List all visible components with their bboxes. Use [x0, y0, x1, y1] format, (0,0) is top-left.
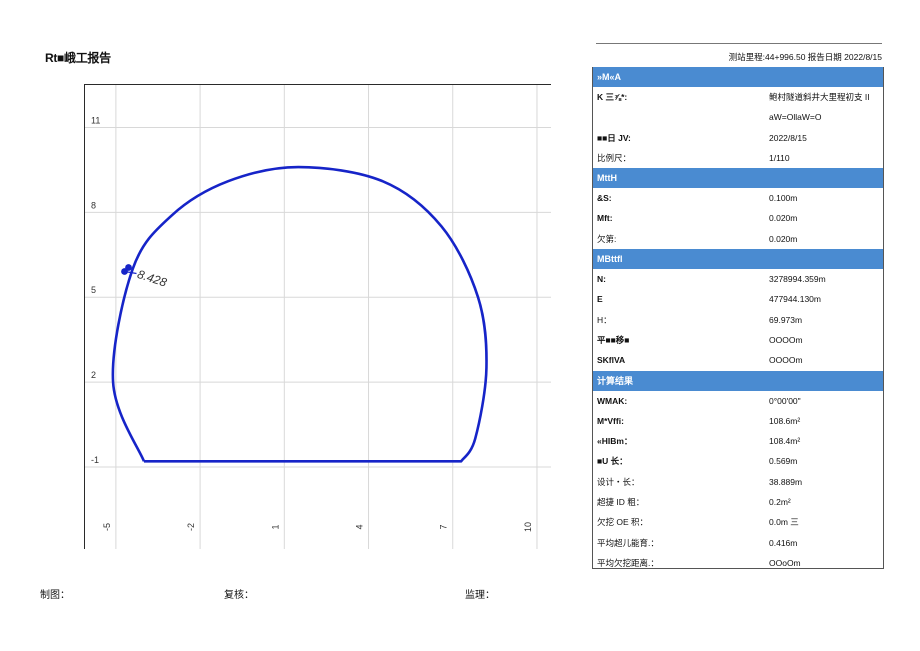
info-value: 3278994.359m — [769, 274, 826, 285]
info-row: M*Vffi: 108.6m² — [593, 411, 883, 431]
info-value: 2022/8/15 — [769, 132, 807, 143]
info-label: M*Vffi: — [597, 415, 624, 426]
info-row: 平■■移■ OOOOm — [593, 330, 883, 350]
info-label: 超捷 ID 粗： — [597, 497, 645, 508]
x-tick-label: 7 — [439, 524, 449, 529]
x-tick-label: -5 — [102, 523, 112, 531]
station-info: 测站里程:44+996.50 报告日期 2022/8/15 — [728, 52, 882, 62]
info-row: Mft: 0.020m — [593, 208, 883, 228]
info-row: aW=OllaW=O — [593, 107, 883, 127]
info-row: 欠第: 0.020m — [593, 229, 883, 249]
info-label: 欠挖 OE 积： — [597, 517, 649, 528]
info-label: 比例尺： — [597, 152, 632, 163]
info-value: OOoOm — [769, 557, 801, 568]
info-label: &S: — [597, 193, 612, 204]
info-value: 0.020m — [769, 213, 798, 224]
info-label: 欠第: — [597, 233, 617, 244]
info-value: 0.569m — [769, 456, 798, 467]
info-label: 平均超儿能育.： — [597, 537, 659, 548]
info-label: ■■日 JV: — [597, 132, 631, 143]
reviewer-label: 复核： — [224, 590, 254, 601]
info-value: 0°00'00" — [769, 395, 801, 406]
info-label: 平■■移■ — [597, 334, 630, 345]
section-header: MBttfl — [593, 249, 883, 270]
info-value: 0.416m — [769, 537, 798, 548]
info-label: SKflVA — [597, 355, 626, 366]
info-label: 平均欠挖距离.： — [597, 557, 659, 568]
info-value: 0.100m — [769, 193, 798, 204]
info-value: 0.2m² — [769, 497, 791, 508]
info-label: 设计・长： — [597, 476, 640, 487]
info-value: 0.0m 三 — [769, 517, 799, 528]
info-value: OOOOm — [769, 334, 803, 345]
info-row: N: 3278994.359m — [593, 269, 883, 289]
drafter-label: 制图： — [40, 590, 70, 601]
x-tick-label: 10 — [523, 522, 533, 532]
y-tick-label: 5 — [91, 285, 96, 295]
y-tick-label: -1 — [91, 455, 99, 465]
info-value: 鲍村隧道斜井大里程初支 II — [769, 92, 870, 102]
info-label: «HIBm： — [597, 436, 633, 447]
section-header: »M«A — [593, 67, 883, 87]
info-row: K 三⅞*: 鲍村隧道斜井大里程初支 II — [593, 87, 883, 107]
info-label: E — [597, 294, 603, 305]
supervisor-label: 监理： — [465, 590, 495, 601]
x-tick-label: 4 — [355, 524, 365, 529]
info-panel: »M«A K 三⅞*: 鲍村隧道斜井大里程初支 II aW=OllaW=O ■■日 JV… — [592, 67, 884, 569]
info-value: 477944.130m — [769, 294, 821, 305]
info-value: aW=OllaW=O — [769, 112, 822, 123]
section-header: 计算结果 — [593, 370, 883, 391]
cross-section-chart: -5 -2 1 4 7 10 11 8 5 2 -1 8.428 — [85, 85, 551, 549]
section-header: MttH — [593, 168, 883, 189]
info-label: N: — [597, 274, 606, 285]
y-tick-label: 8 — [91, 200, 96, 210]
y-tick-label: 2 — [91, 370, 96, 380]
info-label: Mft: — [597, 213, 613, 224]
tunnel-profile-line — [111, 165, 488, 463]
info-row: H： 69.973m — [593, 310, 883, 330]
info-value: 1/110 — [769, 152, 790, 163]
info-row: &S: 0.100m — [593, 188, 883, 208]
info-value: 69.973m — [769, 314, 803, 325]
info-label: K 三⅞*: — [597, 92, 628, 102]
info-value: 108.4m² — [769, 436, 801, 447]
cross-section-plot: -5 -2 1 4 7 10 11 8 5 2 -1 8.428 — [84, 84, 551, 549]
info-value: 38.889m — [769, 476, 803, 487]
info-row: «HIBm： 108.4m² — [593, 431, 883, 451]
top-rule — [596, 43, 882, 44]
info-row: 平均欠挖距离.： OOoOm — [593, 553, 883, 573]
info-row: 欠挖 OE 积： 0.0m 三 — [593, 512, 883, 532]
x-tick-label: -2 — [186, 523, 196, 531]
info-row: WMAK: 0°00'00" — [593, 391, 883, 411]
y-tick-label: 11 — [91, 115, 100, 125]
info-value: 0.020m — [769, 233, 798, 244]
x-tick-label: 1 — [270, 524, 280, 529]
info-label: WMAK: — [597, 395, 628, 406]
info-row: 比例尺： 1/110 — [593, 148, 883, 168]
info-value: 108.6m² — [769, 415, 801, 426]
info-row: E 477944.130m — [593, 289, 883, 309]
info-row: SKflVA OOOOm — [593, 350, 883, 370]
info-row: ■■日 JV: 2022/8/15 — [593, 128, 883, 148]
info-label: ■U 长： — [597, 456, 628, 467]
info-row: 超捷 ID 粗： 0.2m² — [593, 492, 883, 512]
info-value: OOOOm — [769, 355, 803, 366]
measure-label: 8.428 — [136, 267, 169, 290]
info-row: 平均超儿能育.： 0.416m — [593, 533, 883, 553]
info-row: ■U 长： 0.569m — [593, 451, 883, 471]
info-row: 设计・长： 38.889m — [593, 472, 883, 492]
report-title: Rt■峨工报告 — [45, 51, 111, 65]
info-label: H： — [597, 314, 612, 325]
